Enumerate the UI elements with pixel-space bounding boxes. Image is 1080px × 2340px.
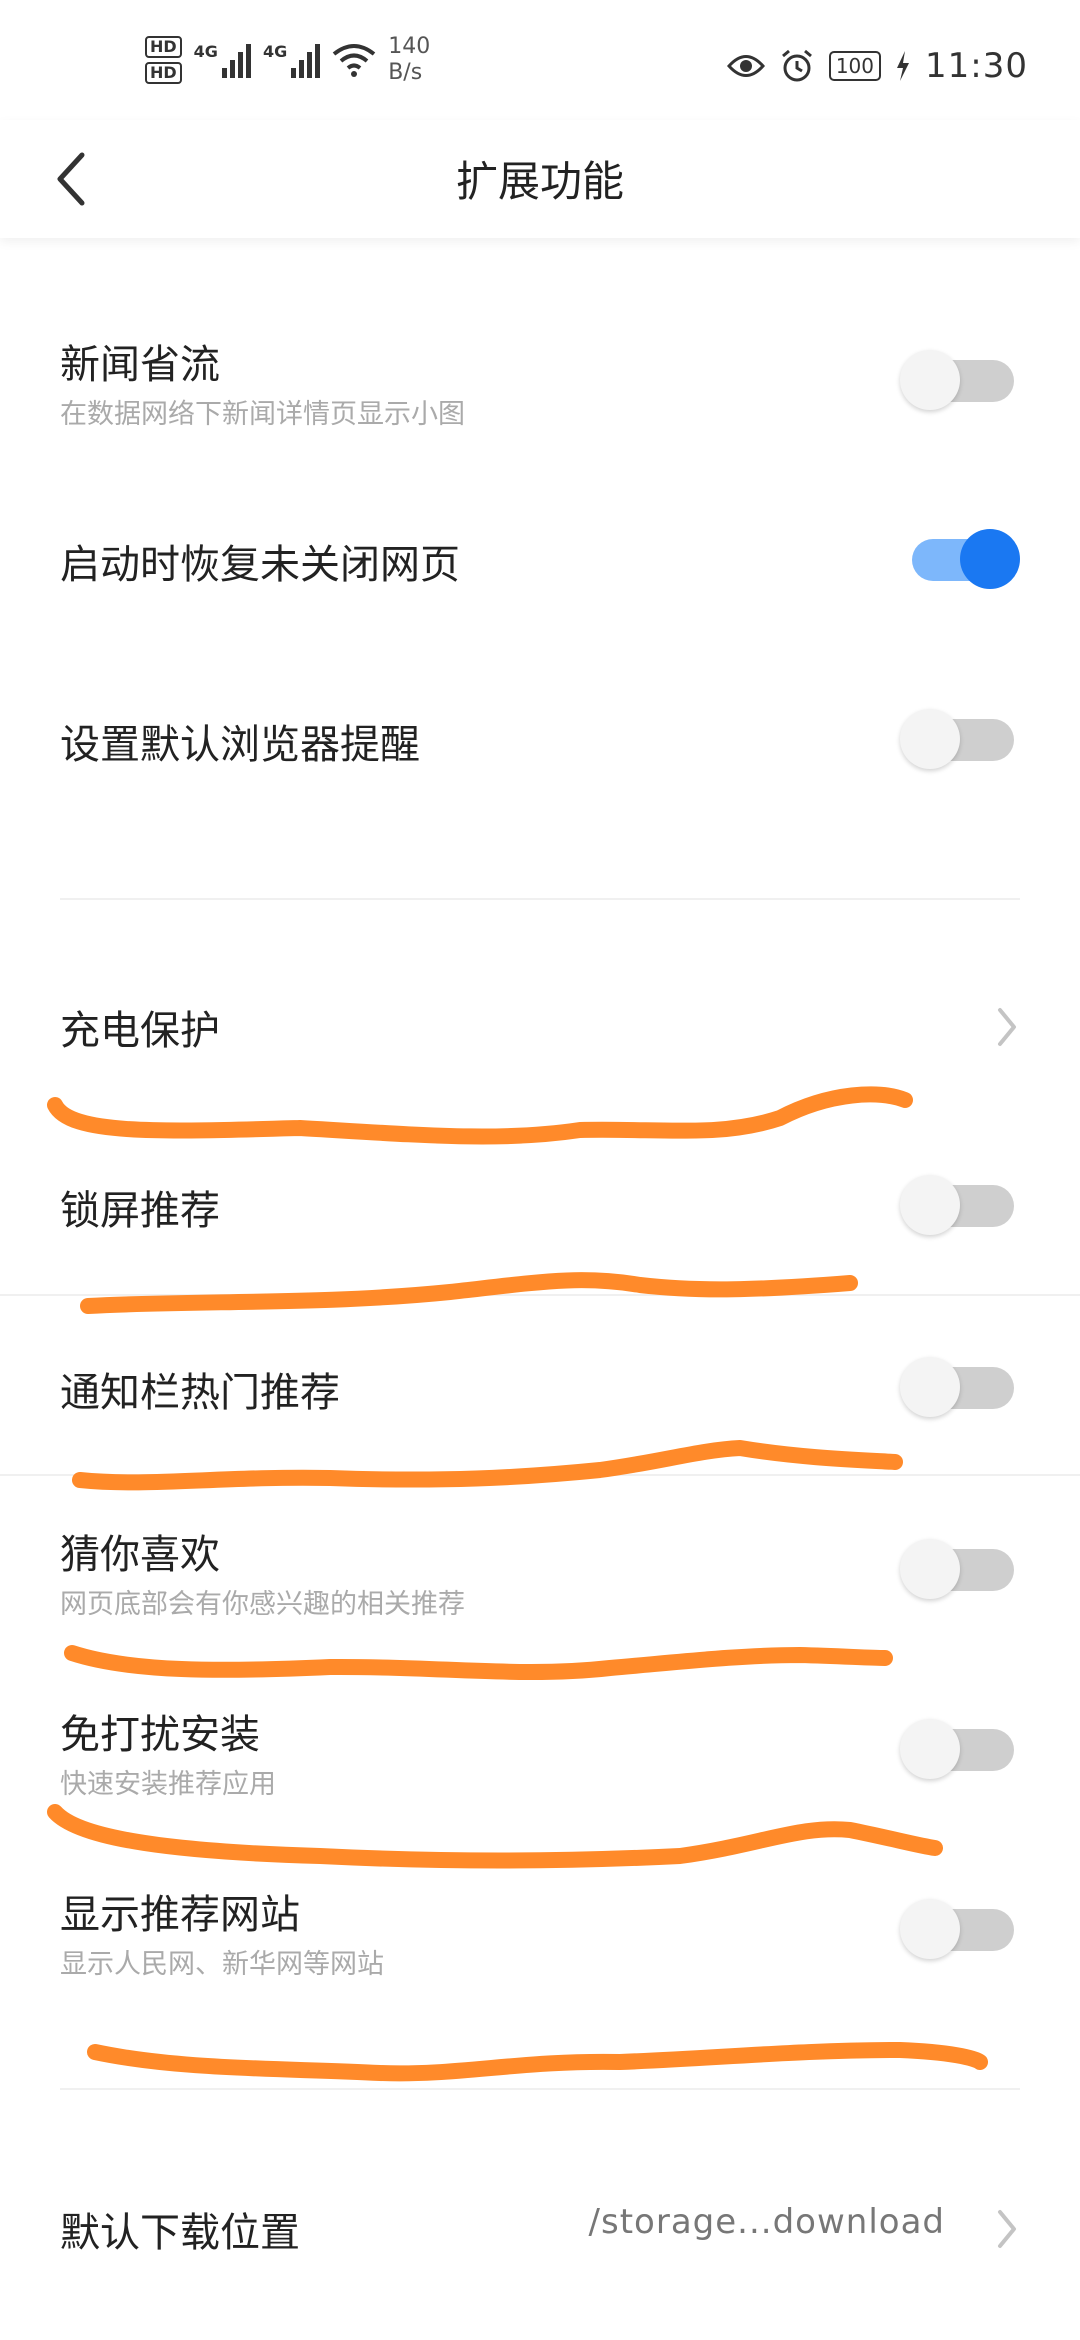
setting-label: 锁屏推荐 — [60, 1188, 220, 1234]
chevron-right-icon — [998, 1008, 1016, 1046]
toggle-switch[interactable] — [900, 1357, 1014, 1417]
setting-label: 默认下载位置 — [60, 2210, 300, 2256]
row-divider — [0, 1294, 1080, 1296]
toggle-switch[interactable] — [900, 1175, 1014, 1235]
toggle-switch[interactable] — [900, 709, 1014, 769]
scribble-mark — [87, 2042, 988, 2082]
section-divider — [60, 2088, 1020, 2090]
hd-badge-2: HD — [145, 62, 182, 84]
switch-knob — [900, 1899, 960, 1959]
row-divider — [0, 1474, 1080, 1476]
scribble-mark — [72, 1440, 903, 1491]
wifi-icon — [332, 44, 376, 77]
hd-badge-1: HD — [145, 36, 182, 58]
scribble-mark — [47, 1086, 913, 1145]
switch-knob — [900, 709, 960, 769]
setting-label: 启动时恢复未关闭网页 — [60, 542, 460, 588]
switch-knob — [900, 1357, 960, 1417]
hd-indicators: HD HD — [145, 36, 182, 84]
switch-knob — [900, 1175, 960, 1235]
signal-2-icon: 4G — [262, 42, 321, 78]
setting-charging-protection[interactable]: 充电保护 — [0, 986, 1080, 1066]
setting-guess-you-like[interactable]: 猜你喜欢 网页底部会有你感兴趣的相关推荐 — [0, 1510, 1080, 1630]
setting-description: 在数据网络下新闻详情页显示小图 — [60, 399, 465, 430]
setting-restore-tabs[interactable]: 启动时恢复未关闭网页 — [0, 520, 1080, 600]
setting-description: 网页底部会有你感兴趣的相关推荐 — [60, 1589, 465, 1620]
eye-icon — [726, 55, 765, 77]
setting-label: 设置默认浏览器提醒 — [60, 722, 420, 768]
switch-knob — [900, 1539, 960, 1599]
switch-knob — [900, 350, 960, 410]
setting-label: 免打扰安装 — [60, 1712, 260, 1758]
network-type-2: 4G — [262, 42, 288, 61]
setting-default-download-location[interactable]: 默认下载位置 /storage...download — [0, 2188, 1080, 2268]
scribble-mark — [47, 1804, 943, 1869]
setting-notification-hot[interactable]: 通知栏热门推荐 — [0, 1348, 1080, 1428]
toggle-switch[interactable] — [900, 1539, 1014, 1599]
network-speed: 140 B/s — [388, 34, 430, 86]
toggle-switch[interactable] — [906, 529, 1020, 589]
setting-default-browser-reminder[interactable]: 设置默认浏览器提醒 — [0, 700, 1080, 780]
net-speed-value: 140 — [388, 34, 431, 59]
alarm-icon — [781, 49, 812, 82]
network-type-1: 4G — [193, 42, 218, 61]
charging-icon — [897, 51, 910, 81]
setting-description: 快速安装推荐应用 — [60, 1769, 276, 1800]
setting-news-data-saver[interactable]: 新闻省流 在数据网络下新闻详情页显示小图 — [0, 320, 1080, 440]
status-bar: HD HD 4G 4G 140 B/s 100 11:30 — [0, 0, 1080, 120]
section-divider — [60, 898, 1020, 900]
net-speed-unit: B/s — [388, 60, 423, 85]
setting-label: 新闻省流 — [60, 342, 220, 388]
status-left: HD HD 4G 4G 140 B/s — [145, 30, 430, 90]
setting-label: 显示推荐网站 — [60, 1892, 300, 1938]
signal-1-icon: 4G — [194, 42, 251, 78]
setting-label: 通知栏热门推荐 — [60, 1370, 340, 1416]
scribble-mark — [64, 1645, 893, 1681]
status-right: 100 11:30 — [726, 36, 1028, 96]
chevron-right-icon — [998, 2210, 1016, 2248]
setting-description: 显示人民网、新华网等网站 — [60, 1949, 384, 1980]
download-path-value: /storage...download — [588, 2202, 945, 2242]
setting-lockscreen-recommend[interactable]: 锁屏推荐 — [0, 1166, 1080, 1246]
toggle-switch[interactable] — [900, 1719, 1014, 1779]
setting-label: 充电保护 — [60, 1008, 220, 1054]
clock: 11:30 — [925, 46, 1028, 86]
setting-show-recommended-sites[interactable]: 显示推荐网站 显示人民网、新华网等网站 — [0, 1870, 1080, 1990]
page-title: 扩展功能 — [455, 157, 624, 206]
setting-label: 猜你喜欢 — [60, 1532, 220, 1578]
toggle-switch[interactable] — [900, 1899, 1014, 1959]
app-header: 扩展功能 — [0, 120, 1080, 238]
setting-silent-install[interactable]: 免打扰安装 快速安装推荐应用 — [0, 1690, 1080, 1810]
switch-knob — [900, 1719, 960, 1779]
toggle-switch[interactable] — [900, 350, 1014, 410]
battery-icon: 100 — [828, 51, 882, 81]
switch-knob — [960, 529, 1020, 589]
